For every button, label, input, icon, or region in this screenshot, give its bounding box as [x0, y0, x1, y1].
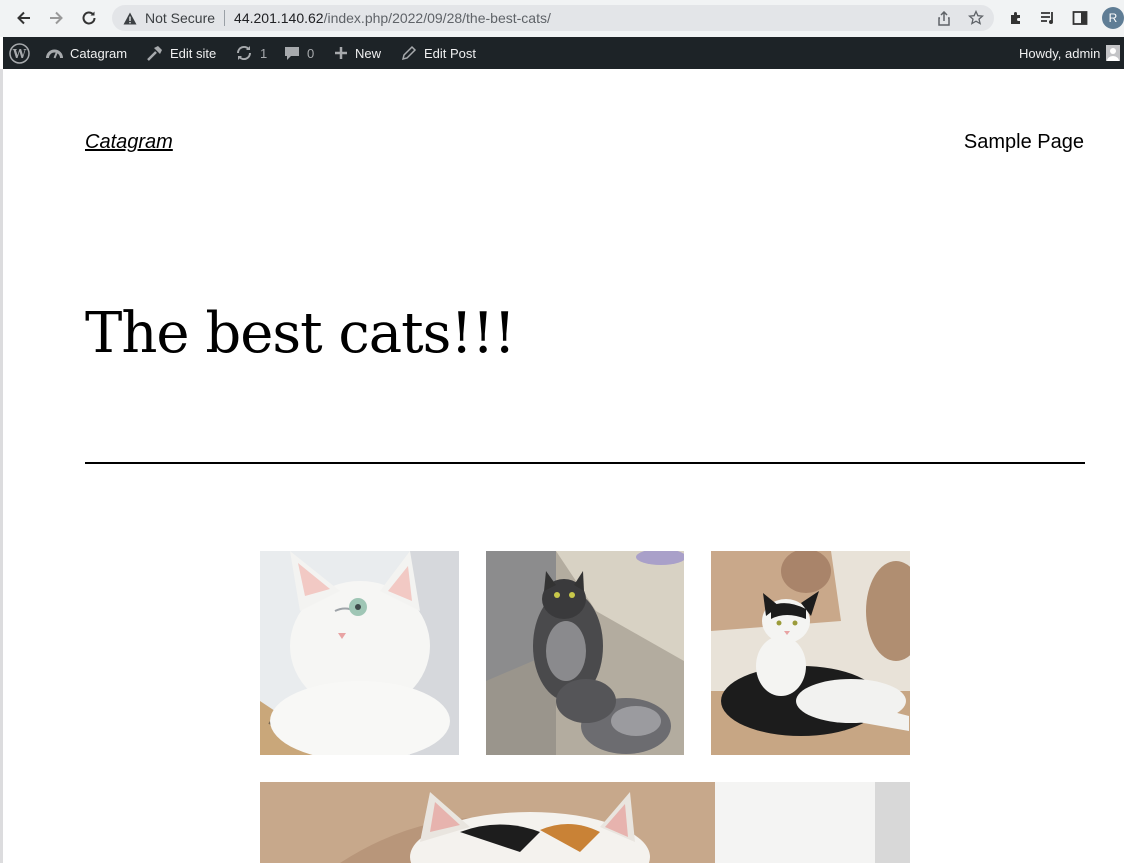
grey-fluffy-cat-photo[interactable]	[486, 551, 684, 755]
nav-sample-page[interactable]: Sample Page	[964, 131, 1084, 154]
profile-avatar[interactable]: R	[1102, 7, 1124, 29]
url-path: /index.php/2022/09/28/the-best-cats/	[323, 10, 551, 26]
site-name-label: Catagram	[70, 45, 128, 61]
site-title-link[interactable]: Catagram	[85, 131, 173, 154]
warning-icon	[122, 10, 138, 26]
post-title: The best cats!!!	[85, 301, 516, 366]
wordpress-logo-icon[interactable]: W	[9, 37, 30, 69]
black-white-cat-photo[interactable]	[711, 551, 910, 755]
edit-site-label: Edit site	[170, 45, 217, 61]
extensions-puzzle-icon[interactable]	[1005, 7, 1027, 29]
edit-site-link[interactable]: Edit site	[146, 37, 216, 69]
url-host: 44.201.140.62	[234, 10, 324, 26]
wp-admin-bar: W Catagram Edit site 1 0 New Edit Post H…	[3, 37, 1124, 69]
comments-count: 0	[307, 45, 315, 61]
plus-icon	[334, 46, 348, 60]
dashboard-gauge-icon	[46, 46, 63, 61]
calico-cat-photo[interactable]	[260, 782, 910, 863]
divider	[224, 10, 226, 26]
comment-bubble-icon	[284, 45, 300, 61]
site-name-link[interactable]: Catagram	[46, 37, 127, 69]
browser-toolbar: Not Secure 44.201.140.62/index.php/2022/…	[0, 0, 1124, 37]
forward-arrow-icon[interactable]	[44, 6, 68, 30]
address-bar[interactable]: Not Secure 44.201.140.62/index.php/2022/…	[112, 5, 994, 31]
bookmark-star-icon[interactable]	[966, 8, 986, 28]
share-icon[interactable]	[934, 8, 954, 28]
pencil-icon	[401, 45, 417, 61]
howdy-label: Howdy, admin	[1019, 45, 1101, 61]
edit-post-link[interactable]: Edit Post	[401, 37, 476, 69]
back-arrow-icon[interactable]	[12, 6, 36, 30]
comments-link[interactable]: 0	[284, 37, 314, 69]
separator	[85, 462, 1085, 464]
left-edge-divider	[0, 69, 3, 863]
security-label: Not Secure	[145, 10, 216, 26]
white-cat-photo[interactable]	[260, 551, 459, 755]
updates-refresh-icon	[235, 45, 253, 61]
edit-post-label: Edit Post	[424, 45, 477, 61]
new-label: New	[355, 45, 382, 61]
svg-text:W: W	[12, 47, 27, 61]
reload-icon[interactable]	[77, 6, 101, 30]
side-panel-icon[interactable]	[1069, 7, 1091, 29]
media-queue-icon[interactable]	[1037, 7, 1059, 29]
hammer-icon	[146, 45, 163, 61]
updates-link[interactable]: 1	[235, 37, 267, 69]
my-account-link[interactable]: Howdy, admin	[1019, 37, 1121, 69]
user-avatar-icon	[1106, 45, 1121, 61]
new-content-link[interactable]: New	[334, 37, 381, 69]
updates-count: 1	[260, 45, 268, 61]
